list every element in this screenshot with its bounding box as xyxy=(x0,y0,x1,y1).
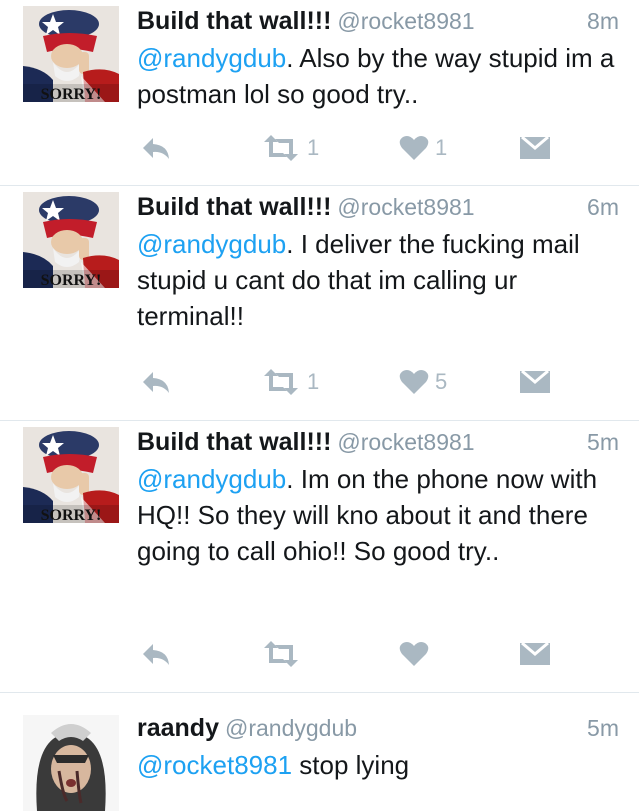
direct-message-button[interactable] xyxy=(520,362,550,402)
heart-icon xyxy=(399,642,429,666)
mention-link[interactable]: @randygdub xyxy=(137,464,286,494)
timestamp[interactable]: 8m xyxy=(587,2,619,40)
user-handle[interactable]: @randygdub xyxy=(225,715,357,741)
retweet-count: 1 xyxy=(307,369,320,394)
reply-arrow-icon xyxy=(143,372,169,393)
display-name[interactable]: Build that wall!!! xyxy=(137,193,331,221)
mention-link[interactable]: @rocket8981 xyxy=(137,750,292,780)
mention-link[interactable]: @randygdub xyxy=(137,229,286,259)
like-button[interactable]: 1 xyxy=(399,128,447,168)
tweet[interactable]: SORRY! Build that wall!!! @rocket8981 5m … xyxy=(0,421,639,693)
envelope-icon xyxy=(520,643,550,665)
uncle-sam-avatar-image: SORRY! xyxy=(23,427,119,523)
heart-icon xyxy=(399,136,429,160)
retweet-button[interactable]: 1 xyxy=(261,128,319,168)
tweet-content: Build that wall!!! @rocket8981 6m @randyg… xyxy=(137,188,619,334)
avatar[interactable]: SORRY! xyxy=(23,192,119,288)
avatar-caption: SORRY! xyxy=(41,272,102,288)
tweet-text: @randygdub. Also by the way stupid im a … xyxy=(137,40,619,112)
tweet-text: @rocket8981 stop lying xyxy=(137,747,619,783)
display-name[interactable]: Build that wall!!! xyxy=(137,428,331,456)
timestamp[interactable]: 6m xyxy=(587,188,619,226)
timestamp[interactable]: 5m xyxy=(587,709,619,747)
uncle-sam-avatar-image: SORRY! xyxy=(23,192,119,288)
tweet-header: Build that wall!!! @rocket8981 6m xyxy=(137,188,619,226)
tweet-content: Build that wall!!! @rocket8981 8m @randyg… xyxy=(137,2,619,112)
like-button[interactable] xyxy=(399,634,435,674)
tweet-actions xyxy=(137,634,607,674)
user-handle[interactable]: @rocket8981 xyxy=(337,194,474,220)
tweet[interactable]: raandy @randygdub 5m @rocket8981 stop lyi… xyxy=(0,693,639,811)
direct-message-button[interactable] xyxy=(520,634,550,674)
retweet-button[interactable]: 1 xyxy=(261,362,319,402)
tweet-actions: 1 1 xyxy=(137,128,607,168)
tweet-header: raandy @randygdub 5m xyxy=(137,709,619,747)
tweet-body: stop lying xyxy=(292,750,410,780)
avatar-caption: SORRY! xyxy=(41,507,102,523)
display-name[interactable]: raandy xyxy=(137,714,219,742)
reply-arrow-icon xyxy=(143,644,169,665)
reply-button[interactable] xyxy=(140,634,172,674)
reply-arrow-icon xyxy=(143,138,169,159)
timeline-feed: SORRY! Build that wall!!! @rocket8981 8m … xyxy=(0,0,639,811)
uncle-sam-avatar-image: SORRY! xyxy=(23,6,119,102)
display-name[interactable]: Build that wall!!! xyxy=(137,7,331,35)
mention-link[interactable]: @randygdub xyxy=(137,43,286,73)
avatar[interactable] xyxy=(23,715,119,811)
reply-button[interactable] xyxy=(140,362,172,402)
avatar[interactable]: SORRY! xyxy=(23,6,119,102)
tweet-text: @randygdub. I deliver the fucking mail s… xyxy=(137,226,619,334)
tweet-actions: 1 5 xyxy=(137,362,607,402)
tweet-content: Build that wall!!! @rocket8981 5m @randyg… xyxy=(137,423,619,569)
like-button[interactable]: 5 xyxy=(399,362,447,402)
reply-button[interactable] xyxy=(140,128,172,168)
avatar-caption: SORRY! xyxy=(41,86,102,102)
heart-icon xyxy=(399,370,429,394)
tweet-header: Build that wall!!! @rocket8981 5m xyxy=(137,423,619,461)
tweet-header: Build that wall!!! @rocket8981 8m xyxy=(137,2,619,40)
user-handle[interactable]: @rocket8981 xyxy=(337,8,474,34)
like-count: 5 xyxy=(435,369,448,394)
retweet-count: 1 xyxy=(307,135,320,160)
envelope-icon xyxy=(520,371,550,393)
retweet-icon xyxy=(264,369,298,395)
tweet-text: @randygdub. Im on the phone now with HQ!… xyxy=(137,461,619,569)
retweet-icon xyxy=(264,641,298,667)
retweet-button[interactable] xyxy=(261,634,307,674)
tweet[interactable]: SORRY! Build that wall!!! @rocket8981 6m … xyxy=(0,186,639,421)
tweet[interactable]: SORRY! Build that wall!!! @rocket8981 8m … xyxy=(0,0,639,186)
envelope-icon xyxy=(520,137,550,159)
timestamp[interactable]: 5m xyxy=(587,423,619,461)
direct-message-button[interactable] xyxy=(520,128,550,168)
avatar[interactable]: SORRY! xyxy=(23,427,119,523)
user-photo-avatar-image xyxy=(23,715,119,811)
retweet-icon xyxy=(264,135,298,161)
tweet-content: raandy @randygdub 5m @rocket8981 stop lyi… xyxy=(137,709,619,783)
like-count: 1 xyxy=(435,135,448,160)
user-handle[interactable]: @rocket8981 xyxy=(337,429,474,455)
